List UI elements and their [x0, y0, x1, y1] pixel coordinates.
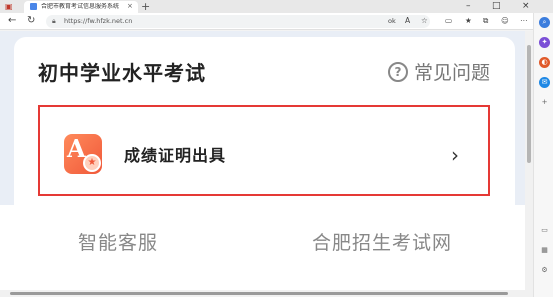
tab-close-icon[interactable]: ×	[127, 2, 133, 11]
more-icon[interactable]: ⋯	[520, 16, 528, 26]
browser-tab[interactable]: 合肥市教育考试信息服务系统 ×	[24, 1, 138, 13]
sidebar-gear-icon[interactable]: ⚙	[539, 265, 550, 276]
outlook-icon[interactable]: ✉	[539, 77, 550, 88]
horizontal-scrollbar[interactable]	[0, 290, 533, 297]
vertical-scroll-thumb[interactable]	[527, 45, 531, 163]
add-icon[interactable]: +	[539, 97, 550, 108]
browser-sidebar: ⌕ ✦ ◐ ✉ + ▭ ▦ ⚙	[533, 13, 553, 297]
ok-icon[interactable]: ok	[388, 16, 396, 26]
horizontal-scroll-thumb[interactable]	[10, 292, 508, 295]
office-icon[interactable]: ◐	[539, 57, 550, 68]
bottom-bar: 智能客服 合肥招生考试网	[0, 205, 525, 290]
url-text[interactable]: https://fw.hfzk.net.cn	[64, 17, 132, 26]
profile-icon[interactable]: ☺	[501, 16, 509, 26]
split-screen-icon[interactable]: ▭	[445, 16, 452, 26]
page-title: 初中学业水平考试	[38, 61, 206, 85]
star-badge-icon: ★	[83, 154, 101, 172]
sidebar-settings-icon[interactable]: ▦	[539, 245, 550, 256]
address-bar[interactable]: 🔒︎ https://fw.hfzk.net.cn	[46, 15, 430, 28]
read-aloud-icon[interactable]: A	[405, 16, 410, 26]
question-circle-icon: ?	[388, 62, 408, 82]
site-favicon-icon	[30, 3, 37, 10]
faq-label: 常见问题	[414, 62, 491, 84]
favorite-icon[interactable]: ☆	[421, 16, 428, 26]
lock-icon[interactable]: 🔒︎	[52, 17, 56, 26]
back-button[interactable]: ←	[8, 15, 16, 27]
copilot-icon[interactable]: ✦	[539, 37, 550, 48]
tab-title: 合肥市教育考试信息服务系统	[41, 3, 120, 10]
close-window-button[interactable]: ×	[522, 0, 530, 12]
smart-service-link[interactable]: 智能客服	[78, 231, 158, 255]
favorites-icon[interactable]: ★	[465, 16, 472, 26]
cast-icon[interactable]: ▭	[539, 225, 550, 236]
browser-menu-icon[interactable]: ▣	[5, 1, 13, 12]
certificate-row[interactable]: A ★ 成绩证明出具 ›	[38, 105, 490, 196]
collections-icon[interactable]: ⧉	[483, 16, 488, 26]
page-viewport: 初中学业水平考试 ? 常见问题 A ★ 成绩证明出具 › 智能客服 合肥招生考试…	[0, 31, 525, 290]
hefei-exam-site-link[interactable]: 合肥招生考试网	[312, 231, 452, 255]
vertical-scrollbar[interactable]	[525, 31, 533, 290]
tab-strip: ▣ 合肥市教育考试信息服务系统 × + – □ ×	[0, 0, 553, 13]
browser-toolbar: ← ↻ 🔒︎ https://fw.hfzk.net.cn ok A ☆ ▭ ★…	[0, 13, 553, 30]
maximize-button[interactable]: □	[492, 0, 501, 12]
certificate-label: 成绩证明出具	[124, 146, 227, 165]
certificate-icon: A ★	[64, 134, 102, 174]
minimize-button[interactable]: –	[466, 0, 471, 12]
new-tab-button[interactable]: +	[141, 0, 150, 13]
chevron-right-icon[interactable]: ›	[451, 143, 459, 167]
search-icon[interactable]: ⌕	[539, 17, 550, 28]
reload-button[interactable]: ↻	[27, 15, 35, 27]
